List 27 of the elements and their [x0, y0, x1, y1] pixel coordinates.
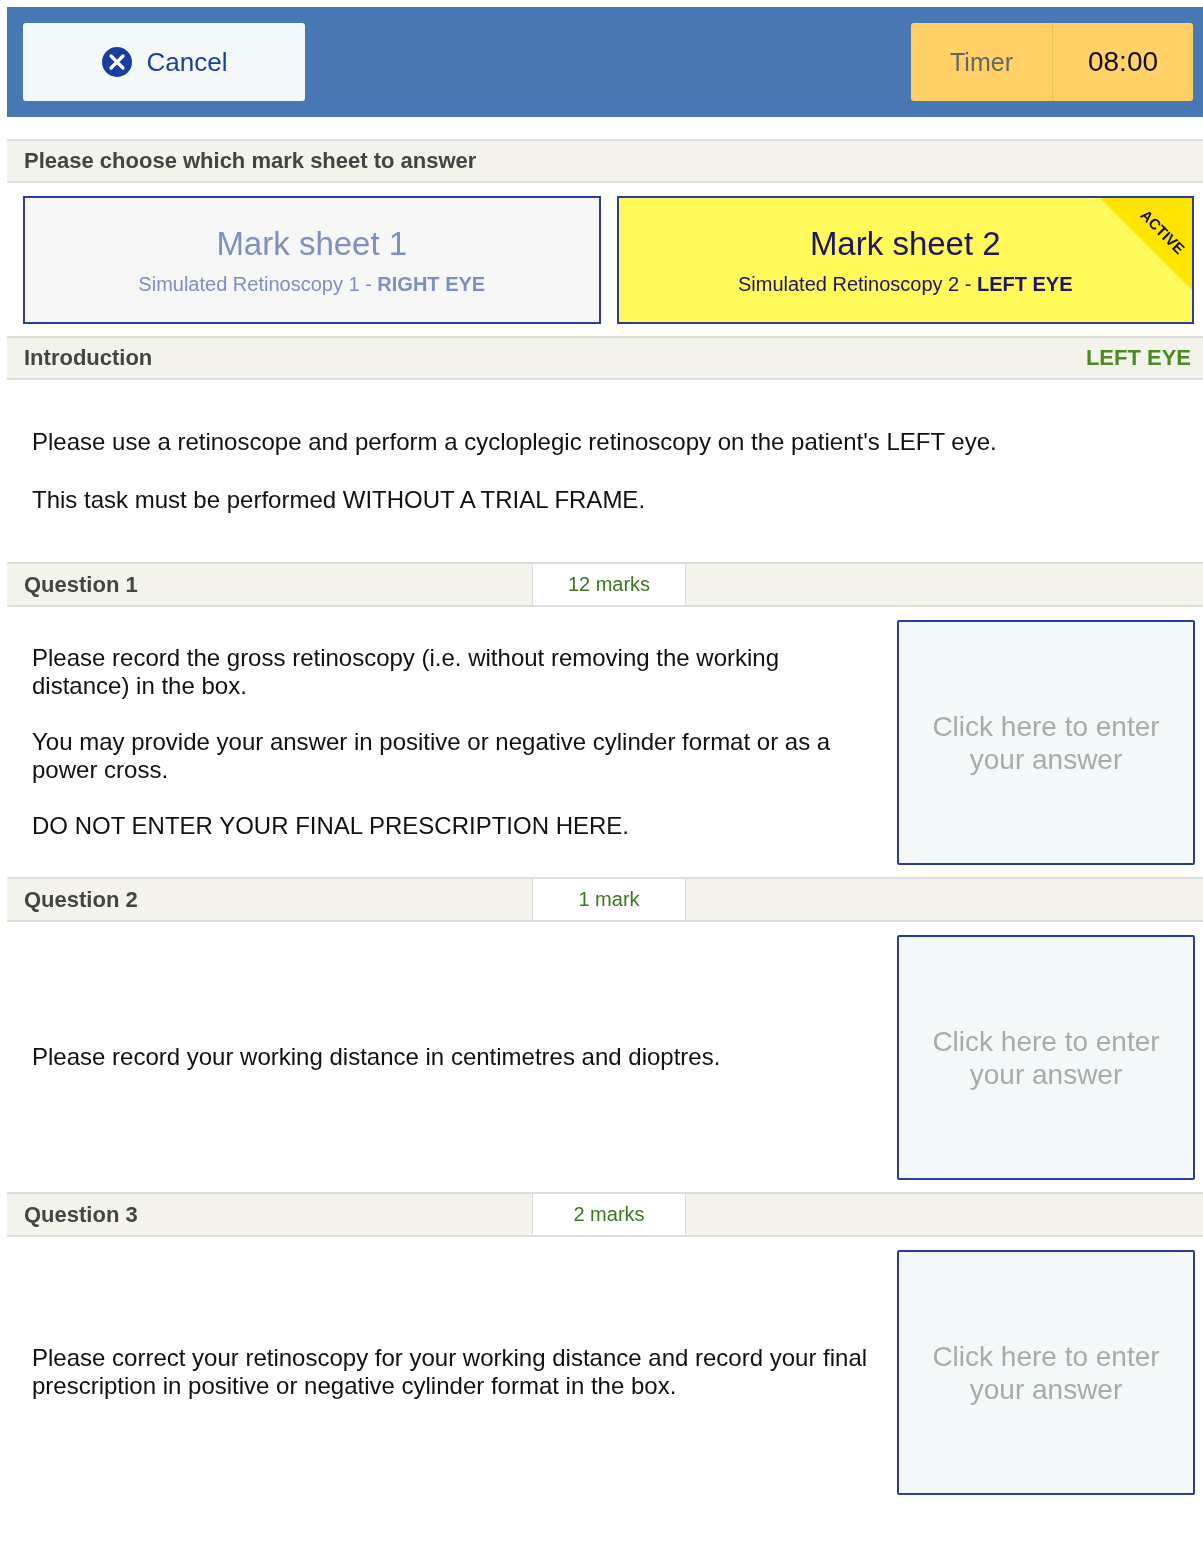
close-icon	[100, 46, 133, 78]
answer-field[interactable]: Click here to enter your answer	[897, 1249, 1195, 1495]
section-title: Introduction	[24, 345, 153, 371]
question-title: Question 3	[23, 1200, 139, 1229]
timer-label: Timer	[911, 23, 1053, 101]
answer-field[interactable]: Click here to enter your answer	[897, 934, 1195, 1180]
timer-value: 08:00	[1086, 45, 1160, 79]
question-text: Please record the gross retinoscopy (i.e. without removing the working distance) in the box.	[32, 644, 781, 700]
section-title: Please choose which mark sheet to answer	[24, 148, 477, 174]
answer-field[interactable]: Click here to enter your answer	[897, 619, 1195, 865]
marks-label: 1 mark	[532, 879, 686, 920]
mark-sheet-title: Mark sheet 2	[809, 224, 1001, 263]
question-text: DO NOT ENTER YOUR FINAL PRESCRIPTION HERE.	[32, 812, 630, 840]
mark-sheet-subtitle: Simulated Retinoscopy 2 - LEFT EYE	[737, 272, 1073, 296]
marks-label: 2 marks	[532, 1194, 686, 1235]
question-text: Please correct your retinoscopy for your working distance and record your final prescription in positive or negative cylinder format in the box.	[32, 1344, 869, 1400]
intro-text: This task must be performed WITHOUT A TRIAL FRAME.	[32, 486, 647, 514]
eye-label: LEFT EYE	[1085, 345, 1191, 371]
mark-sheet-title: Mark sheet 1	[216, 224, 408, 263]
intro-text: Please use a retinoscope and perform a cycloplegic retinoscopy on the patient's LEFT eye.	[32, 428, 998, 456]
question-title: Question 2	[23, 885, 139, 914]
question-text: You may provide your answer in positive or negative cylinder format or as a power cross.	[32, 728, 832, 784]
question-text: Please record your working distance in centimetres and dioptres.	[32, 1043, 722, 1071]
question-title: Question 1	[23, 570, 139, 599]
mark-sheet-subtitle: Simulated Retinoscopy 1 - RIGHT EYE	[138, 272, 486, 296]
marks-label: 12 marks	[532, 564, 686, 605]
cancel-button[interactable]: Cancel	[23, 23, 305, 101]
